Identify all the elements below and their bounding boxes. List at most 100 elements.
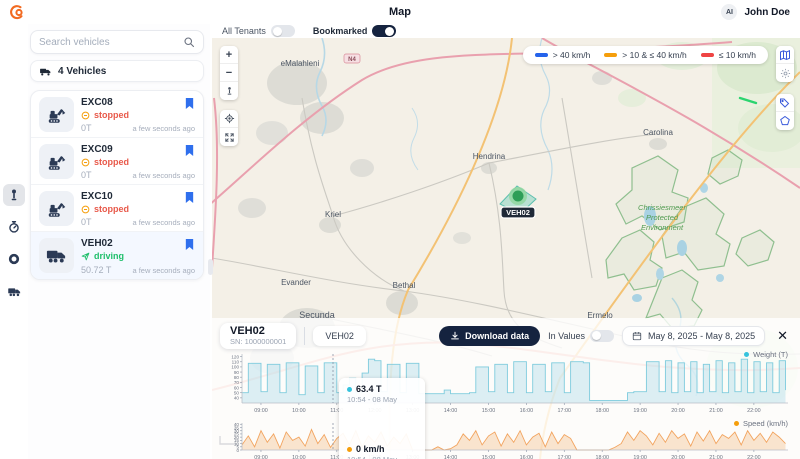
excavator-icon [39, 144, 74, 179]
vehicle-count-card: 4 Vehicles [30, 60, 204, 82]
svg-text:40: 40 [234, 396, 240, 401]
expand-icon [224, 132, 235, 143]
close-panel-button[interactable]: ✕ [773, 329, 792, 342]
blue-dash-icon [535, 53, 548, 57]
page-title: Map [389, 6, 411, 18]
svg-text:17:00: 17:00 [558, 455, 572, 459]
vehicle-search[interactable] [30, 30, 204, 54]
svg-text:Protected: Protected [646, 213, 679, 222]
svg-text:10:00: 10:00 [292, 408, 306, 414]
stopped-icon [81, 205, 90, 214]
vehicle-status: driving [81, 251, 195, 261]
zoom-controls: + − [220, 46, 238, 100]
svg-text:10:00: 10:00 [292, 455, 306, 459]
zoom-out-button[interactable]: − [220, 64, 238, 82]
pegman-button[interactable] [220, 82, 238, 100]
all-tenants-toggle[interactable]: All Tenants [222, 25, 295, 37]
truck-icon [7, 284, 22, 299]
crosshair-icon [224, 113, 235, 124]
truck-icon [39, 238, 74, 273]
vehicle-updated: a few seconds ago [132, 218, 195, 227]
weight-chart-block: Weight (T) 40506070809010011012009:0010:… [218, 350, 794, 419]
gear-ring-icon [7, 252, 21, 266]
orange-dash-icon [604, 53, 617, 57]
map-label-evander: Evander [281, 278, 311, 287]
download-icon [450, 331, 460, 341]
bookmark-icon[interactable] [184, 191, 195, 209]
vehicle-list: EXC08 stopped 0Ta few seconds ago EXC09 … [30, 90, 204, 280]
annotation-controls [776, 94, 794, 130]
vehicle-name: EXC09 [81, 144, 195, 155]
search-icon [183, 36, 195, 48]
vehicle-row-exc09[interactable]: EXC09 stopped 0Ta few seconds ago [31, 138, 203, 185]
app-root: Map AI John Doe 4 Vehicles [0, 0, 800, 459]
legend-fast: > 40 km/h [535, 50, 591, 60]
zoom-in-button[interactable]: + [220, 46, 238, 64]
vehicle-name: VEH02 [81, 238, 195, 249]
svg-text:50: 50 [234, 390, 240, 395]
tab-veh02[interactable]: VEH02 [313, 326, 366, 346]
svg-text:17:00: 17:00 [558, 408, 572, 414]
svg-text:09:00: 09:00 [254, 408, 268, 414]
bookmarked-toggle[interactable]: Bookmarked [313, 25, 397, 37]
ai-assistant-button[interactable]: AI [721, 4, 737, 20]
search-input[interactable] [39, 37, 183, 48]
map-canvas[interactable]: N4 eMalahleni Carolina Hendrina Kriel Be… [212, 38, 800, 459]
speed-chart[interactable]: 051015202530354009:0010:0011:0012:0013:0… [218, 419, 792, 459]
svg-text:22:00: 22:00 [747, 455, 761, 459]
in-values-control[interactable]: In Values [548, 330, 614, 342]
rail-item-tracking[interactable] [3, 184, 25, 206]
top-header: Map AI John Doe [0, 0, 800, 24]
red-dash-icon [701, 53, 714, 57]
toggle-switch-on[interactable] [372, 25, 396, 37]
polygon-button[interactable] [776, 112, 794, 130]
vehicle-weight: 0T [81, 217, 92, 227]
svg-text:16:00: 16:00 [520, 408, 534, 414]
map-settings-button[interactable] [776, 64, 794, 82]
toggle-switch-off[interactable] [271, 25, 295, 37]
truck-icon [39, 65, 52, 78]
vehicle-status: stopped [81, 157, 195, 167]
bookmark-icon[interactable] [184, 144, 195, 162]
map-layers-button[interactable] [776, 46, 794, 64]
brand-logo-icon[interactable] [8, 4, 25, 21]
weight-legend-label: Weight (T) [753, 350, 788, 359]
vehicle-updated: a few seconds ago [132, 266, 195, 275]
bookmark-icon[interactable] [184, 238, 195, 256]
excavator-icon [39, 97, 74, 132]
svg-text:15:00: 15:00 [482, 408, 496, 414]
tags-button[interactable] [776, 94, 794, 112]
tenant-toggles-bar: All Tenants Bookmarked [212, 24, 800, 38]
rail-item-operations[interactable] [3, 248, 25, 270]
locate-button[interactable] [220, 110, 238, 128]
road-badge-n4: N4 [348, 57, 356, 63]
marker-label: VEH02 [506, 208, 530, 217]
svg-text:21:00: 21:00 [709, 408, 723, 414]
in-values-toggle[interactable] [590, 330, 614, 342]
sidebar-collapse-handle[interactable] [208, 259, 213, 275]
vehicle-updated: a few seconds ago [132, 124, 195, 133]
map-label-carolina: Carolina [643, 128, 673, 137]
weight-chart[interactable]: 40506070809010011012009:0010:0011:0012:0… [218, 350, 792, 414]
svg-text:110: 110 [232, 360, 240, 365]
rail-item-fleet[interactable] [3, 280, 25, 302]
svg-text:18:00: 18:00 [595, 455, 609, 459]
svg-text:100: 100 [231, 365, 239, 370]
layers-controls [776, 46, 794, 82]
vehicle-row-veh02[interactable]: VEH02 driving 50.72 Ta few seconds ago [31, 232, 203, 279]
download-data-button[interactable]: Download data [439, 326, 540, 346]
stopwatch-icon [7, 220, 21, 234]
rail-item-timers[interactable] [3, 216, 25, 238]
legend-slow: ≤ 10 km/h [701, 50, 756, 60]
fullscreen-button[interactable] [220, 128, 238, 146]
date-range-picker[interactable]: May 8, 2025 - May 8, 2025 [622, 326, 765, 346]
bookmark-icon[interactable] [184, 97, 195, 115]
main-area: All Tenants Bookmarked [212, 24, 800, 459]
svg-text:18:00: 18:00 [595, 408, 609, 414]
vehicle-row-exc08[interactable]: EXC08 stopped 0Ta few seconds ago [31, 91, 203, 138]
vehicle-row-exc10[interactable]: EXC10 stopped 0Ta few seconds ago [31, 185, 203, 232]
svg-text:90: 90 [234, 370, 240, 375]
map-label-hendrina: Hendrina [473, 152, 506, 161]
user-menu[interactable]: John Doe [744, 7, 790, 18]
vehicle-name: EXC08 [81, 97, 195, 108]
